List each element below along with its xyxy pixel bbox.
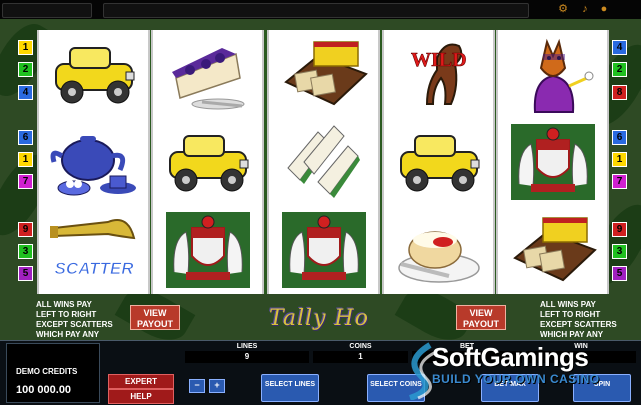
payline-marker[interactable]: 7: [18, 174, 33, 189]
yellow-car-icon: [153, 118, 262, 206]
crest-icon: [498, 118, 607, 206]
payline-marker[interactable]: 8: [612, 85, 627, 100]
payline-marker[interactable]: 3: [18, 244, 33, 259]
gear-icon[interactable]: ⚙: [556, 2, 570, 16]
payline-marker[interactable]: 3: [612, 244, 627, 259]
cheese-crackers-icon: [498, 206, 607, 294]
coins-label: COINS: [349, 343, 372, 350]
payline-marker[interactable]: 4: [18, 85, 33, 100]
payline-marker[interactable]: 6: [612, 130, 627, 145]
payline-marker[interactable]: 1: [18, 152, 33, 167]
credits-label: DEMO CREDITS: [16, 367, 78, 376]
reel-4: WILD: [382, 30, 495, 294]
wild-horse-icon: WILD: [384, 30, 493, 118]
coins-value: 1: [313, 351, 408, 363]
payline-marker[interactable]: 1: [612, 152, 627, 167]
payline-marker[interactable]: 1: [18, 40, 33, 55]
credits-value: 100 000.00: [16, 384, 72, 396]
payline-marker[interactable]: 5: [18, 266, 33, 281]
reel-5: [496, 30, 609, 294]
payline-marker[interactable]: 2: [18, 62, 33, 77]
crest-icon: [153, 206, 262, 294]
watermark-subtitle: BUILD YOUR OWN CASINO: [432, 372, 600, 386]
reel-2: [151, 30, 264, 294]
speaker-icon[interactable]: ♪: [578, 2, 592, 16]
reel-1: SCATTER: [37, 30, 150, 294]
payline-marker[interactable]: 9: [18, 222, 33, 237]
payline-marker[interactable]: 4: [612, 40, 627, 55]
cheesecake-icon: [153, 30, 262, 118]
svg-text:SCATTER: SCATTER: [54, 259, 134, 278]
plus-button[interactable]: +: [209, 379, 225, 393]
reel-3: [267, 30, 380, 294]
teapot-icon: [39, 118, 148, 206]
sandwiches-icon: [269, 118, 378, 206]
yellow-car-icon: [39, 30, 148, 118]
watermark-title: SoftGamings: [432, 342, 589, 372]
rules-text-right: ALL WINS PAY LEFT TO RIGHT EXCEPT SCATTERS…: [540, 300, 617, 339]
game-screen: ⚙ ♪ ● 1 2 4 6 1 7 9 3 5 4 2 8 6 1 7 9 3 …: [0, 0, 641, 405]
rules-text-left: ALL WINS PAY LEFT TO RIGHT EXCEPT SCATTERS…: [36, 300, 113, 339]
select-lines-button[interactable]: SELECT LINES: [261, 374, 319, 402]
payline-marker[interactable]: 2: [612, 62, 627, 77]
close-icon[interactable]: ●: [597, 2, 611, 16]
lines-value: 9: [185, 351, 309, 363]
payline-marker[interactable]: 5: [612, 266, 627, 281]
minus-button[interactable]: −: [189, 379, 205, 393]
help-button[interactable]: HELP: [108, 389, 174, 404]
scatter-horn-icon: SCATTER: [39, 206, 148, 294]
svg-text:WILD: WILD: [411, 49, 467, 71]
expert-button[interactable]: EXPERT: [108, 374, 174, 389]
top-bar: ⚙ ♪ ●: [0, 0, 641, 19]
fox-lady-icon: [498, 30, 607, 118]
payline-marker[interactable]: 6: [18, 130, 33, 145]
view-payout-button[interactable]: VIEW PAYOUT: [130, 305, 180, 330]
payline-marker[interactable]: 9: [612, 222, 627, 237]
game-logo: Tally Ho: [268, 306, 369, 331]
cheese-crackers-icon: [269, 30, 378, 118]
crest-icon: [269, 206, 378, 294]
yellow-car-icon: [384, 118, 493, 206]
top-bar-left-panel: [2, 3, 92, 18]
view-payout-button[interactable]: VIEW PAYOUT: [456, 305, 506, 330]
scone-jam-icon: [384, 206, 493, 294]
lines-label: LINES: [236, 343, 258, 350]
top-bar-center-panel: [103, 3, 529, 18]
payline-marker[interactable]: 7: [612, 174, 627, 189]
